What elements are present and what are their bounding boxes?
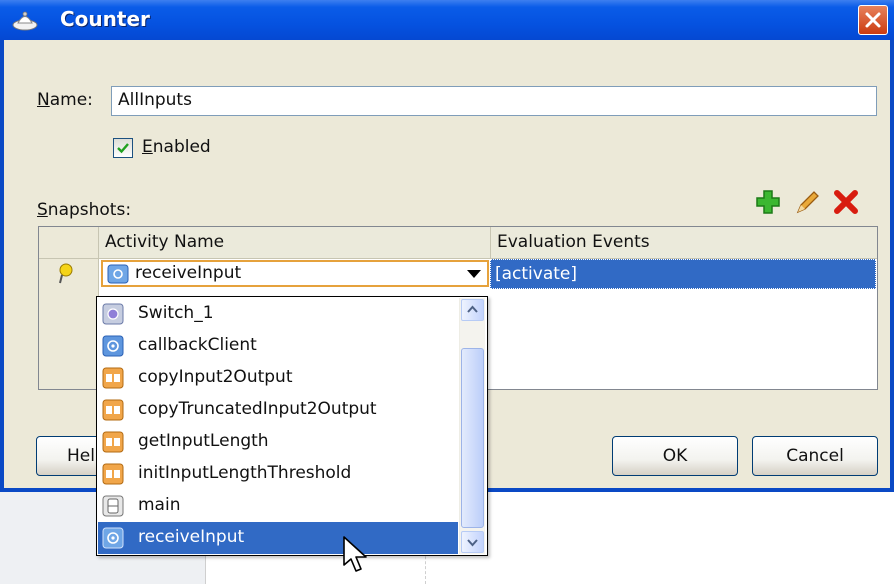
enabled-label: Enabled xyxy=(142,137,211,157)
chevron-down-icon xyxy=(467,539,478,547)
list-item-getinputlength[interactable]: getInputLength xyxy=(98,426,458,458)
snapshots-label: Snapshots: xyxy=(37,200,132,220)
ok-button[interactable]: OK xyxy=(612,436,738,476)
name-label: Name: xyxy=(37,90,93,110)
enabled-checkbox[interactable] xyxy=(113,138,133,158)
receive-icon xyxy=(102,527,124,549)
name-field[interactable]: AllInputs xyxy=(111,86,877,116)
assign-icon xyxy=(102,463,124,485)
add-icon[interactable] xyxy=(754,188,782,216)
scroll-thumb[interactable] xyxy=(461,348,484,528)
mouse-pointer-icon xyxy=(343,536,367,572)
lightbulb-icon xyxy=(59,263,73,284)
list-item-initinputlengththreshold[interactable]: initInputLengthThreshold xyxy=(98,458,458,490)
row-header-empty xyxy=(39,289,99,389)
list-item-switch-1[interactable]: Switch_1 xyxy=(98,298,458,330)
close-button[interactable] xyxy=(858,5,888,35)
dialog-title: Counter xyxy=(60,7,150,31)
column-header-evaluation-events[interactable]: Evaluation Events xyxy=(491,227,877,259)
dropdown-scrollbar[interactable] xyxy=(459,298,485,554)
list-item-main[interactable]: main xyxy=(98,490,458,522)
checkmark-icon xyxy=(117,143,129,154)
assign-icon xyxy=(102,367,124,389)
list-item-copyinput2output[interactable]: copyInput2Output xyxy=(98,362,458,394)
assign-icon xyxy=(102,399,124,421)
title-bar[interactable]: Counter xyxy=(0,0,894,40)
activity-name-combobox[interactable]: receiveInput xyxy=(101,260,489,287)
row-header[interactable] xyxy=(39,259,99,289)
chevron-down-icon[interactable] xyxy=(467,270,481,278)
list-item-receiveinput[interactable]: receiveInput xyxy=(98,522,458,554)
evaluation-events-cell[interactable]: [activate] xyxy=(490,259,876,289)
scope-icon xyxy=(102,495,124,517)
close-icon xyxy=(865,12,881,28)
list-item-copytruncatedinput2output[interactable]: copyTruncatedInput2Output xyxy=(98,394,458,426)
assign-icon xyxy=(102,431,124,453)
row-header-corner xyxy=(39,227,99,259)
scroll-up-button[interactable] xyxy=(461,299,484,321)
list-item-callbackclient[interactable]: callbackClient xyxy=(98,330,458,362)
switch-icon xyxy=(102,303,124,325)
invoke-icon xyxy=(102,335,124,357)
pencil-icon[interactable] xyxy=(794,188,822,216)
chevron-up-icon xyxy=(467,305,478,313)
receive-icon xyxy=(107,264,129,289)
cancel-button[interactable]: Cancel xyxy=(752,436,878,476)
delete-icon[interactable] xyxy=(832,188,860,216)
combobox-value: receiveInput xyxy=(135,263,242,283)
activity-dropdown-list[interactable]: Switch_1 callbackClient copyInput2Output… xyxy=(96,296,488,556)
counter-app-icon xyxy=(12,8,38,32)
scroll-down-button[interactable] xyxy=(461,531,484,553)
column-header-activity-name[interactable]: Activity Name xyxy=(99,227,491,259)
